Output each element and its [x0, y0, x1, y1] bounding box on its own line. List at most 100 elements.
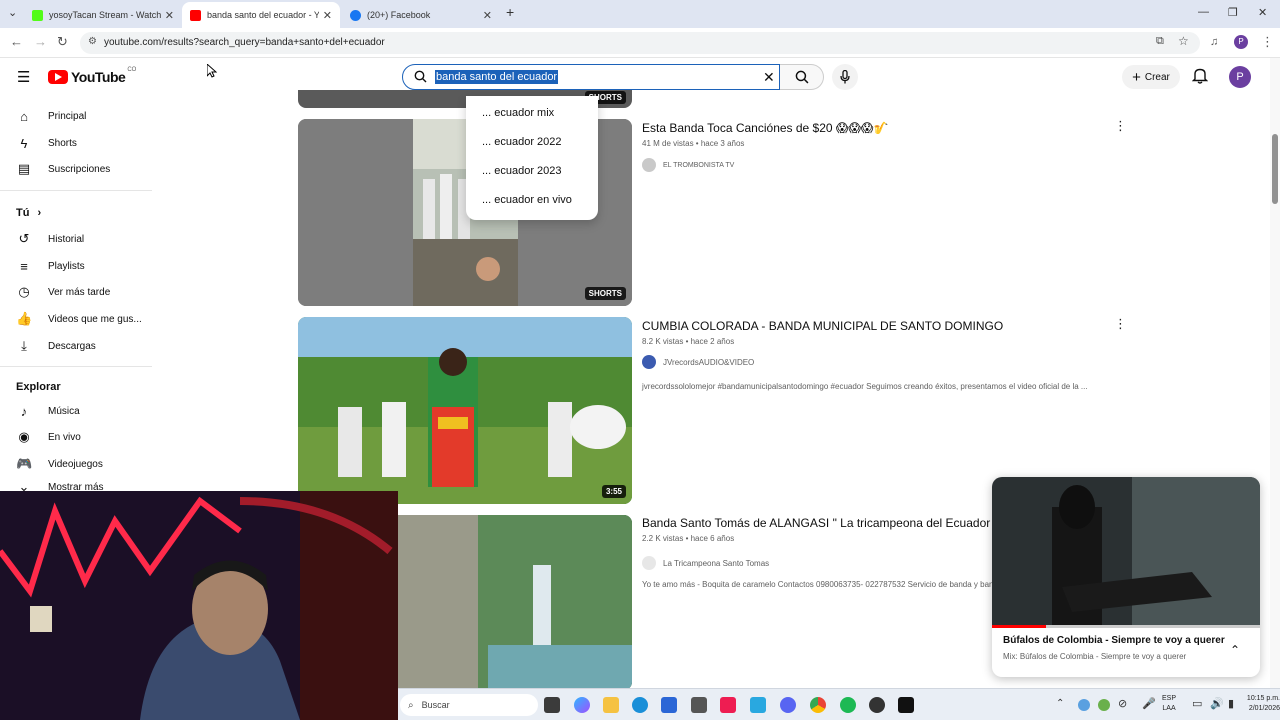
account-avatar[interactable]: P — [1229, 66, 1251, 88]
youtube-logo[interactable]: YouTube CO — [48, 67, 136, 85]
close-tab-icon[interactable]: ✕ — [161, 9, 174, 22]
close-window-icon[interactable]: ✕ — [1258, 6, 1267, 19]
search-icon — [795, 70, 808, 84]
notifications-bell-icon[interactable] — [1191, 67, 1209, 89]
sidebar-item-descargas[interactable]: ⤓ Descargas — [16, 336, 96, 356]
clear-search-icon[interactable]: ✕ — [763, 69, 775, 86]
install-app-icon[interactable]: ⧉ — [1156, 35, 1164, 48]
copilot-icon[interactable] — [574, 697, 590, 713]
tray-overflow-icon[interactable]: ⌃ — [1056, 698, 1064, 709]
site-info-icon[interactable]: ⚙ — [88, 36, 97, 47]
network-icon[interactable]: ▭ — [1192, 697, 1202, 710]
volume-icon[interactable]: 🔊 — [1210, 697, 1224, 710]
discord-icon[interactable] — [780, 697, 796, 713]
miniplayer-video[interactable] — [992, 477, 1260, 627]
miniplayer-title[interactable]: Búfalos de Colombia - Siempre te voy a q… — [1003, 635, 1225, 646]
edge-icon[interactable] — [632, 697, 648, 713]
sidebar-item-liked-videos[interactable]: 👍 Videos que me gus... — [16, 309, 142, 329]
onedrive-icon[interactable] — [1078, 699, 1090, 711]
sidebar-item-suscripciones[interactable]: ▤ Suscripciones — [16, 159, 110, 179]
app-icon[interactable] — [750, 697, 766, 713]
playlists-icon: ≡ — [20, 258, 28, 274]
new-tab-icon[interactable]: + — [506, 4, 514, 20]
app-icon[interactable] — [691, 697, 707, 713]
spotify-icon[interactable] — [840, 697, 856, 713]
back-icon[interactable]: ← — [10, 34, 23, 49]
search-button[interactable] — [780, 64, 824, 90]
suggestion-item[interactable]: ... ecuador mix — [482, 107, 554, 119]
taskbar-search[interactable]: ⌕ Buscar — [400, 694, 538, 716]
expand-miniplayer-icon[interactable]: ⌃ — [1230, 643, 1240, 657]
restore-icon[interactable]: ❐ — [1228, 6, 1238, 19]
sidebar-item-en-vivo[interactable]: ◉ En vivo — [16, 427, 80, 447]
browser-tab-strip: ⌄ yosoyTacan Stream - Watch Liv ✕ banda … — [0, 0, 1280, 28]
bookmark-star-icon[interactable]: ☆ — [1178, 34, 1189, 48]
channel-link[interactable]: La Tricampeona Santo Tomas — [642, 556, 769, 570]
video-thumbnail[interactable]: 3:55 — [298, 317, 632, 504]
suggestion-item[interactable]: ... ecuador 2022 — [482, 136, 562, 148]
gaming-icon: 🎮 — [16, 456, 33, 471]
search-suggestions: ... ecuador mix ... ecuador 2022 ... ecu… — [466, 96, 598, 220]
create-button[interactable]: + Crear — [1122, 65, 1180, 89]
channel-link[interactable]: JVrecordsAUDIO&VIDEO — [642, 355, 754, 369]
miniplayer-progress-track[interactable] — [992, 625, 1260, 628]
youtube-play-icon — [48, 70, 68, 84]
taskbar-clock[interactable]: 10:15 p.m. 2/01/2026 — [1236, 694, 1280, 714]
hamburger-menu-icon[interactable]: ☰ — [17, 68, 30, 86]
suggestion-item[interactable]: ... ecuador 2023 — [482, 165, 562, 177]
duration-badge: 3:55 — [601, 485, 626, 498]
minimize-icon[interactable]: — — [1198, 6, 1209, 18]
like-icon: 👍 — [16, 311, 33, 326]
battery-icon[interactable]: ▮ — [1228, 697, 1234, 710]
tiktok-icon[interactable] — [898, 697, 914, 713]
file-explorer-icon[interactable] — [603, 697, 619, 713]
chrome-icon[interactable] — [810, 697, 826, 713]
browser-tab-kick[interactable]: yosoyTacan Stream - Watch Liv ✕ — [24, 2, 182, 28]
search-input[interactable]: banda santo del ecuador ✕ — [402, 64, 780, 90]
sidebar-item-playlists[interactable]: ≡ Playlists — [16, 256, 84, 276]
media-controls-icon[interactable]: ♫ — [1210, 36, 1218, 48]
tab-search-icon[interactable]: ⌄ — [8, 6, 17, 19]
microphone-icon — [840, 70, 850, 84]
tray-app-icon[interactable]: ⊘ — [1118, 697, 1127, 710]
sidebar-item-principal[interactable]: ⌂ Principal — [16, 106, 86, 126]
channel-link[interactable]: EL TROMBONISTA TV — [642, 158, 734, 172]
sidebar-item-musica[interactable]: ♪ Música — [16, 401, 80, 421]
search-icon — [414, 70, 427, 88]
app-icon[interactable] — [869, 697, 885, 713]
task-view-icon[interactable] — [544, 697, 560, 713]
search-bar: banda santo del ecuador ✕ — [402, 64, 824, 90]
download-icon: ⤓ — [21, 338, 27, 353]
video-title[interactable]: Banda Santo Tomás de ALANGASI " La trica… — [642, 516, 992, 530]
more-actions-icon[interactable]: ⋮ — [1114, 118, 1127, 134]
page-scrollbar[interactable] — [1270, 58, 1280, 688]
sidebar-you-heading[interactable]: Tú › — [16, 203, 41, 223]
voice-search-button[interactable] — [832, 64, 858, 90]
microphone-icon[interactable]: 🎤 — [1142, 697, 1156, 710]
browser-menu-icon[interactable]: ⋮ — [1261, 34, 1274, 50]
tray-app-icon[interactable] — [1098, 699, 1110, 711]
channel-avatar — [642, 556, 656, 570]
video-title[interactable]: CUMBIA COLORADA - BANDA MUNICIPAL DE SAN… — [642, 319, 1003, 333]
forward-icon[interactable]: → — [34, 34, 47, 49]
sidebar-item-historial[interactable]: ↺ Historial — [16, 229, 85, 249]
browser-tab-facebook[interactable]: (20+) Facebook ✕ — [342, 2, 500, 28]
capcut-icon[interactable] — [720, 697, 736, 713]
home-icon: ⌂ — [20, 108, 28, 124]
sidebar-item-shorts[interactable]: ϟ Shorts — [16, 133, 77, 153]
more-actions-icon[interactable]: ⋮ — [1114, 316, 1127, 332]
reload-icon[interactable]: ↻ — [57, 34, 68, 50]
sidebar-item-videojuegos[interactable]: 🎮 Videojuegos — [16, 454, 103, 474]
sidebar-item-ver-mas-tarde[interactable]: ◷ Ver más tarde — [16, 282, 110, 302]
profile-avatar[interactable]: P — [1234, 35, 1248, 49]
store-icon[interactable] — [661, 697, 677, 713]
facebook-favicon-icon — [350, 9, 361, 21]
language-indicator[interactable]: ESP LAA — [1162, 694, 1176, 714]
address-bar[interactable]: ⚙ youtube.com/results?search_query=banda… — [80, 32, 1200, 54]
close-tab-icon[interactable]: ✕ — [479, 9, 492, 22]
browser-tab-youtube[interactable]: banda santo del ecuador - You ✕ — [182, 2, 340, 28]
suggestion-item[interactable]: ... ecuador en vivo — [482, 194, 572, 206]
scrollbar-thumb[interactable] — [1272, 134, 1278, 204]
video-title[interactable]: Esta Banda Toca Canciónes de $20 😱😱😱🎷 — [642, 121, 888, 135]
close-tab-icon[interactable]: ✕ — [319, 9, 332, 22]
